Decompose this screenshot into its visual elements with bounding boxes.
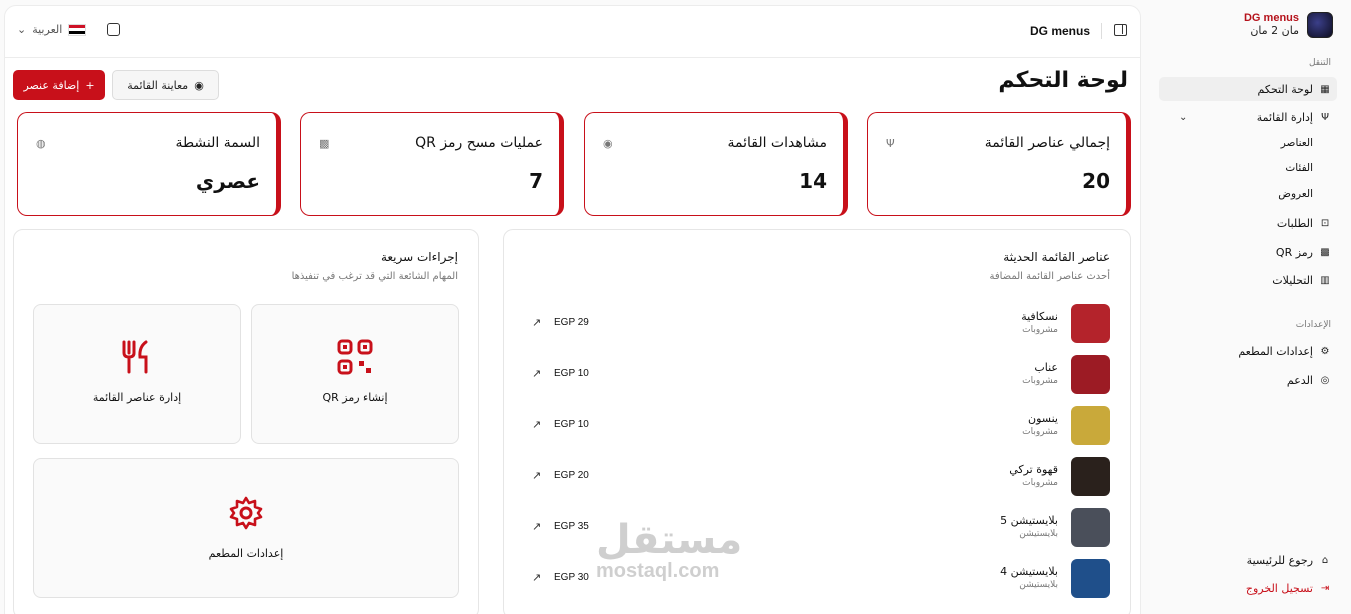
watermark: مستقل mostaql.com [596, 517, 743, 582]
brand-logo [1307, 12, 1333, 38]
utensils-icon: Ψ [886, 137, 895, 150]
brand-subtitle: مان 2 مان [1250, 24, 1299, 37]
language-label: العربية [32, 23, 63, 36]
bag-icon[interactable] [107, 23, 120, 36]
item-price: EGP 30 [554, 572, 589, 583]
sidebar-item-orders[interactable]: ⊡ الطلبات [1159, 211, 1337, 235]
lifebuoy-icon: ◎ [1320, 374, 1330, 386]
page-title: لوحة التحكم [998, 68, 1128, 93]
arrow-up-right-icon[interactable]: ↗ [532, 469, 541, 482]
sidebar-subitem-categories[interactable]: الفئات [1285, 162, 1313, 174]
brand[interactable]: DG menus مان 2 مان [1244, 12, 1333, 38]
utensils-icon: Ψ [1321, 111, 1329, 123]
qr-icon: ▩ [319, 137, 330, 150]
sidebar-item-restaurant-settings[interactable]: ⚙ إعدادات المطعم [1159, 339, 1337, 363]
utensils-icon [34, 339, 240, 384]
nav-section-label: التنقل [1308, 58, 1331, 68]
settings-section-label: الإعدادات [1295, 320, 1331, 330]
logout-icon: ⇥ [1320, 582, 1330, 594]
sidebar-item-home[interactable]: ⌂ رجوع للرئيسية [1159, 548, 1337, 572]
restaurant-settings-action[interactable]: إعدادات المطعم [33, 458, 459, 598]
item-name: عناب [1034, 361, 1058, 374]
topbar: DG menus ⌄ العربية [5, 6, 1140, 58]
sidebar-item-menu-management[interactable]: Ψ إدارة القائمة ⌄ [1159, 105, 1337, 129]
item-price: EGP 29 [554, 317, 589, 328]
item-category: بلايستيشن [1019, 529, 1058, 539]
topbar-title: DG menus [1029, 24, 1090, 38]
item-price: EGP 20 [554, 470, 589, 481]
item-category: مشروبات [1022, 325, 1058, 335]
chevron-down-icon: ⌄ [1179, 111, 1188, 123]
stat-card-total-items: إجمالي عناصر القائمة 20 Ψ [867, 112, 1131, 216]
arrow-up-right-icon[interactable]: ↗ [532, 418, 541, 431]
bag-icon: ⊡ [1320, 217, 1330, 229]
plus-icon: + [85, 78, 95, 92]
quick-actions-subtitle: المهام الشائعة التي قد ترغب في تنفيذها [291, 271, 458, 282]
chart-icon: ▥ [1320, 274, 1330, 286]
recent-item-row[interactable]: عناب مشروبات EGP 10 ↗ [524, 355, 1110, 395]
item-name: بلايستيشن 4 [1000, 565, 1058, 578]
item-price: EGP 10 [554, 368, 589, 379]
item-price: EGP 10 [554, 419, 589, 430]
item-thumbnail [1071, 559, 1110, 598]
gear-icon: ⚙ [1320, 345, 1330, 357]
sidebar-item-dashboard[interactable]: ▦ لوحة التحكم [1159, 77, 1337, 101]
sidebar: DG menus مان 2 مان التنقل ▦ لوحة التحكم … [1141, 0, 1351, 614]
arrow-up-right-icon[interactable]: ↗ [532, 367, 541, 380]
arrow-up-right-icon[interactable]: ↗ [532, 571, 541, 584]
recent-item-row[interactable]: ينسون مشروبات EGP 10 ↗ [524, 406, 1110, 446]
item-name: ينسون [1028, 412, 1058, 425]
language-selector[interactable]: ⌄ العربية [17, 23, 87, 36]
qr-icon: ▩ [1320, 246, 1330, 258]
item-category: بلايستيشن [1019, 580, 1058, 590]
grid-icon: ▦ [1320, 83, 1330, 95]
recent-items-subtitle: أحدث عناصر القائمة المضافة [989, 271, 1110, 282]
gear-icon [34, 495, 458, 540]
stat-card-qr-scans: عمليات مسح رمز QR 7 ▩ [300, 112, 564, 216]
item-thumbnail [1071, 508, 1110, 547]
main-content: DG menus ⌄ العربية لوحة التحكم ◉ معاينة … [4, 5, 1141, 614]
chevron-down-icon: ⌄ [17, 23, 27, 36]
egypt-flag-icon [68, 23, 87, 36]
recent-item-row[interactable]: نسكافية مشروبات EGP 29 ↗ [524, 304, 1110, 344]
palette-icon: ◍ [36, 137, 46, 150]
home-icon: ⌂ [1321, 554, 1329, 566]
item-thumbnail [1071, 457, 1110, 496]
item-category: مشروبات [1022, 427, 1058, 437]
sidebar-subitem-offers[interactable]: العروض [1278, 188, 1313, 200]
eye-icon: ◉ [194, 78, 204, 92]
recent-items-title: عناصر القائمة الحديثة [1003, 250, 1110, 264]
sidebar-item-qr[interactable]: ▩ رمز QR [1159, 240, 1337, 264]
item-name: قهوة تركي [1009, 463, 1058, 476]
eye-icon: ◉ [603, 137, 613, 150]
item-name: بلايستيشن 5 [1000, 514, 1058, 527]
sidebar-toggle-icon[interactable] [1114, 24, 1127, 36]
item-name: نسكافية [1021, 310, 1058, 323]
create-qr-action[interactable]: إنشاء رمز QR [251, 304, 459, 444]
preview-menu-button[interactable]: ◉ معاينة القائمة [112, 70, 219, 100]
item-price: EGP 35 [554, 521, 589, 532]
item-thumbnail [1071, 406, 1110, 445]
sidebar-item-analytics[interactable]: ▥ التحليلات [1159, 268, 1337, 292]
item-category: مشروبات [1022, 478, 1058, 488]
item-thumbnail [1071, 355, 1110, 394]
logout-button[interactable]: ⇥ تسجيل الخروج [1159, 576, 1337, 600]
recent-item-row[interactable]: قهوة تركي مشروبات EGP 20 ↗ [524, 457, 1110, 497]
add-item-button[interactable]: + إضافة عنصر [13, 70, 105, 100]
qr-icon [252, 339, 458, 384]
sidebar-subitem-items[interactable]: العناصر [1281, 137, 1313, 149]
quick-actions-panel: إجراءات سريعة المهام الشائعة التي قد ترغ… [13, 229, 479, 614]
sidebar-item-support[interactable]: ◎ الدعم [1159, 368, 1337, 392]
item-category: مشروبات [1022, 376, 1058, 386]
quick-actions-title: إجراءات سريعة [380, 250, 458, 264]
stat-card-menu-views: مشاهدات القائمة 14 ◉ [584, 112, 848, 216]
arrow-up-right-icon[interactable]: ↗ [532, 520, 541, 533]
stat-card-active-theme: السمة النشطة عصري ◍ [17, 112, 281, 216]
arrow-up-right-icon[interactable]: ↗ [532, 316, 541, 329]
item-thumbnail [1071, 304, 1110, 343]
manage-items-action[interactable]: إدارة عناصر القائمة [33, 304, 241, 444]
